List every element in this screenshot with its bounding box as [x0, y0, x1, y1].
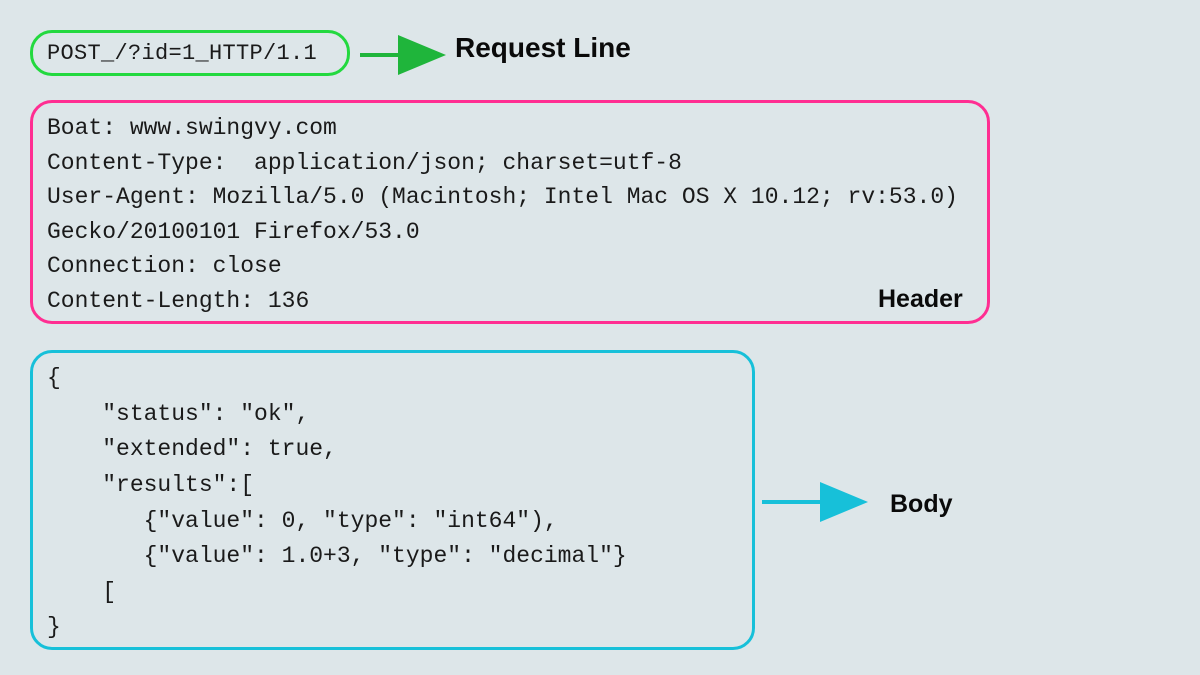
body-line: {"value": 0, "type": "int64"),	[47, 504, 738, 540]
arrow-right-icon	[762, 482, 872, 522]
header-line: User-Agent: Mozilla/5.0 (Macintosh; Inte…	[47, 180, 973, 215]
request-line-box: POST_/?id=1_HTTP/1.1	[30, 30, 350, 76]
header-line: Boat: www.swingvy.com	[47, 111, 973, 146]
request-line-label: Request Line	[455, 32, 631, 64]
body-label: Body	[890, 490, 953, 519]
header-line: Gecko/20100101 Firefox/53.0	[47, 215, 973, 250]
request-line-text: POST_/?id=1_HTTP/1.1	[47, 41, 317, 66]
body-line: "extended": true,	[47, 432, 738, 468]
body-line: "status": "ok",	[47, 397, 738, 433]
arrow-right-icon	[360, 50, 450, 60]
header-line: Content-Length: 136	[47, 284, 973, 319]
body-box: { "status": "ok", "extended": true, "res…	[30, 350, 755, 650]
body-line: {	[47, 361, 738, 397]
body-line: }	[47, 610, 738, 646]
header-box: Boat: www.swingvy.com Content-Type: appl…	[30, 100, 990, 324]
body-line: "results":[	[47, 468, 738, 504]
header-line: Connection: close	[47, 249, 973, 284]
header-line: Content-Type: application/json; charset=…	[47, 146, 973, 181]
header-label: Header	[878, 285, 963, 314]
body-line: {"value": 1.0+3, "type": "decimal"}	[47, 539, 738, 575]
body-line: [	[47, 575, 738, 611]
